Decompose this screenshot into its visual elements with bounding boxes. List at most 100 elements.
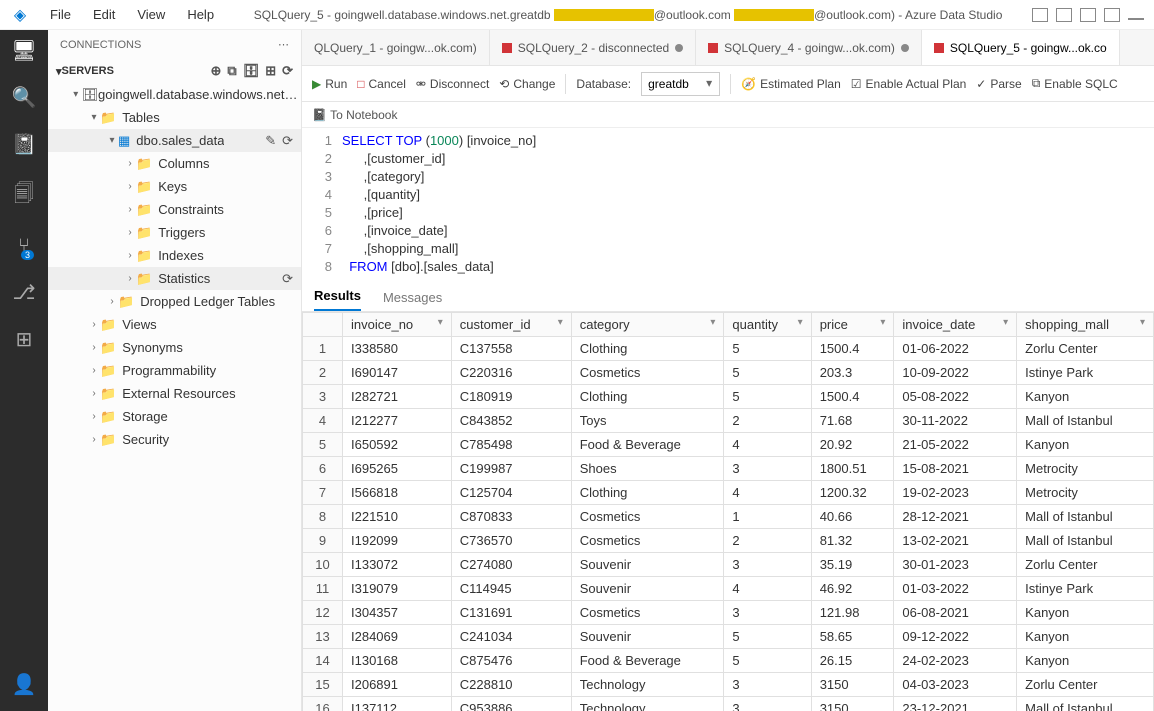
tab-query2[interactable]: SQLQuery_2 - disconnected bbox=[490, 30, 696, 65]
editor-area: QLQuery_1 - goingw...ok.com) SQLQuery_2 … bbox=[302, 30, 1154, 711]
tab-query4[interactable]: SQLQuery_4 - goingw...ok.com) bbox=[696, 30, 922, 65]
to-notebook-button[interactable]: 📓 To Notebook bbox=[312, 108, 397, 122]
table-row[interactable]: 5I650592C785498Food & Beverage420.9221-0… bbox=[303, 433, 1154, 457]
table-node[interactable]: ▾▦dbo.sales_data ✎⟳ bbox=[48, 129, 301, 152]
table-row[interactable]: 4I212277C843852Toys271.6830-11-2022Mall … bbox=[303, 409, 1154, 433]
refresh-icon[interactable]: ⟳ bbox=[282, 133, 293, 149]
results-grid[interactable]: invoice_no▾customer_id▾category▾quantity… bbox=[302, 312, 1154, 711]
server-tree: ▾🗄 goingwell.database.windows.net, g... … bbox=[48, 83, 301, 711]
statistics-folder[interactable]: ›📁Statistics ⟳ bbox=[48, 267, 301, 290]
title-bar: ◈ File Edit View Help SQLQuery_5 - going… bbox=[0, 0, 1154, 30]
activity-bar: 🖥 🔍 📓 🗐 ⑂3 ⎇ ⊞ 👤 bbox=[0, 30, 48, 711]
indexes-folder[interactable]: ›📁Indexes bbox=[48, 244, 301, 267]
layout-icon[interactable] bbox=[1056, 8, 1072, 22]
source-control-icon[interactable]: ⑂3 bbox=[18, 235, 30, 258]
messages-tab[interactable]: Messages bbox=[383, 284, 442, 311]
account-icon[interactable]: 👤 bbox=[12, 672, 37, 697]
layout-icon[interactable] bbox=[1080, 8, 1096, 22]
panel-title: CONNECTIONS bbox=[60, 39, 141, 51]
search-icon[interactable]: 🔍 bbox=[12, 85, 37, 110]
table-row[interactable]: 12I304357C131691Cosmetics3121.9806-08-20… bbox=[303, 601, 1154, 625]
table-row[interactable]: 6I695265C199987Shoes31800.5115-08-2021Me… bbox=[303, 457, 1154, 481]
table-row[interactable]: 16I137112C953886Technology3315023-12-202… bbox=[303, 697, 1154, 711]
refresh-icon[interactable]: ⟳ bbox=[282, 271, 293, 287]
notebooks-icon[interactable]: 📓 bbox=[12, 132, 37, 157]
keys-folder[interactable]: ›📁Keys bbox=[48, 175, 301, 198]
table-row[interactable]: 15I206891C228810Technology3315004-03-202… bbox=[303, 673, 1154, 697]
connections-icon[interactable]: 🖥 bbox=[11, 38, 36, 63]
new-connection-icon[interactable]: ⊕ bbox=[210, 63, 221, 79]
programmability-folder[interactable]: ›📁Programmability bbox=[48, 359, 301, 382]
sql-editor[interactable]: 12345678 SELECT TOP (1000) [invoice_no] … bbox=[302, 128, 1154, 280]
new-group-icon[interactable]: ⧉ bbox=[227, 63, 236, 79]
main-menu: File Edit View Help bbox=[40, 3, 224, 26]
views-folder[interactable]: ›📁Views bbox=[48, 313, 301, 336]
change-connection-button[interactable]: ⟲Change bbox=[499, 77, 555, 91]
external-resources-folder[interactable]: ›📁External Resources bbox=[48, 382, 301, 405]
table-row[interactable]: 1I338580C137558Clothing51500.401-06-2022… bbox=[303, 337, 1154, 361]
editor-tabs: QLQuery_1 - goingw...ok.com) SQLQuery_2 … bbox=[302, 30, 1154, 66]
notebook-bar: 📓 To Notebook bbox=[302, 102, 1154, 128]
disconnect-button[interactable]: ⚮Disconnect bbox=[416, 77, 489, 91]
table-row[interactable]: 2I690147C220316Cosmetics5203.310-09-2022… bbox=[303, 361, 1154, 385]
edit-icon[interactable]: ✎ bbox=[265, 133, 276, 149]
layout-icon[interactable] bbox=[1032, 8, 1048, 22]
dirty-indicator-icon bbox=[675, 44, 683, 52]
column-header[interactable]: category▾ bbox=[571, 313, 724, 337]
line-gutter: 12345678 bbox=[302, 132, 342, 276]
storage-folder[interactable]: ›📁Storage bbox=[48, 405, 301, 428]
table-row[interactable]: 3I282721C180919Clothing51500.405-08-2022… bbox=[303, 385, 1154, 409]
parse-button[interactable]: ✓Parse bbox=[976, 77, 1021, 91]
server-icon[interactable]: 🗄 bbox=[243, 63, 260, 79]
refresh-icon[interactable]: ⟳ bbox=[282, 63, 293, 79]
branches-icon[interactable]: ⎇ bbox=[12, 280, 35, 305]
query-toolbar: ▶Run □Cancel ⚮Disconnect ⟲Change Databas… bbox=[302, 66, 1154, 102]
estimated-plan-button[interactable]: 🧭Estimated Plan bbox=[741, 77, 841, 91]
table-row[interactable]: 13I284069C241034Souvenir558.6509-12-2022… bbox=[303, 625, 1154, 649]
security-folder[interactable]: ›📁Security bbox=[48, 428, 301, 451]
column-header[interactable]: shopping_mall▾ bbox=[1017, 313, 1154, 337]
table-row[interactable]: 10I133072C274080Souvenir335.1930-01-2023… bbox=[303, 553, 1154, 577]
connection-node[interactable]: ▾🗄 goingwell.database.windows.net, g... bbox=[48, 83, 301, 106]
sql-file-icon bbox=[502, 43, 512, 53]
column-header[interactable]: quantity▾ bbox=[724, 313, 811, 337]
filter-icon[interactable]: ⊞ bbox=[265, 63, 276, 79]
tab-query5[interactable]: SQLQuery_5 - goingw...ok.co bbox=[922, 30, 1120, 65]
columns-folder[interactable]: ›📁Columns bbox=[48, 152, 301, 175]
dirty-indicator-icon bbox=[901, 44, 909, 52]
table-row[interactable]: 14I130168C875476Food & Beverage526.1524-… bbox=[303, 649, 1154, 673]
explorer-icon[interactable]: 🗐 bbox=[14, 179, 34, 213]
constraints-folder[interactable]: ›📁Constraints bbox=[48, 198, 301, 221]
sqlcmd-button[interactable]: ⧉Enable SQLC bbox=[1032, 76, 1118, 91]
column-header[interactable]: price▾ bbox=[811, 313, 894, 337]
menu-edit[interactable]: Edit bbox=[83, 3, 125, 26]
results-tab[interactable]: Results bbox=[314, 282, 361, 311]
tables-folder[interactable]: ▾📁Tables bbox=[48, 106, 301, 129]
extensions-icon[interactable]: ⊞ bbox=[16, 327, 33, 352]
table-row[interactable]: 7I566818C125704Clothing41200.3219-02-202… bbox=[303, 481, 1154, 505]
layout-controls bbox=[1032, 8, 1154, 22]
panel-more-icon[interactable]: ⋯ bbox=[278, 38, 289, 51]
table-row[interactable]: 8I221510C870833Cosmetics140.6628-12-2021… bbox=[303, 505, 1154, 529]
column-header[interactable]: customer_id▾ bbox=[451, 313, 571, 337]
layout-icon[interactable] bbox=[1104, 8, 1120, 22]
synonyms-folder[interactable]: ›📁Synonyms bbox=[48, 336, 301, 359]
menu-file[interactable]: File bbox=[40, 3, 81, 26]
database-label: Database: bbox=[576, 77, 631, 91]
triggers-folder[interactable]: ›📁Triggers bbox=[48, 221, 301, 244]
database-select[interactable]: greatdb bbox=[641, 72, 720, 96]
menu-view[interactable]: View bbox=[127, 3, 175, 26]
cancel-button[interactable]: □Cancel bbox=[357, 77, 406, 91]
actual-plan-button[interactable]: ☑Enable Actual Plan bbox=[851, 77, 967, 91]
menu-help[interactable]: Help bbox=[177, 3, 224, 26]
table-row[interactable]: 9I192099C736570Cosmetics281.3213-02-2021… bbox=[303, 529, 1154, 553]
run-button[interactable]: ▶Run bbox=[312, 77, 347, 91]
dropped-ledger-folder[interactable]: ›📁Dropped Ledger Tables bbox=[48, 290, 301, 313]
window-title: SQLQuery_5 - goingwell.database.windows.… bbox=[224, 8, 1032, 22]
column-header[interactable]: invoice_no▾ bbox=[343, 313, 452, 337]
table-row[interactable]: 11I319079C114945Souvenir446.9201-03-2022… bbox=[303, 577, 1154, 601]
minimize-icon[interactable] bbox=[1128, 18, 1144, 20]
column-header[interactable]: invoice_date▾ bbox=[894, 313, 1017, 337]
results-tabs: Results Messages bbox=[302, 280, 1154, 312]
tab-query1[interactable]: QLQuery_1 - goingw...ok.com) bbox=[302, 30, 490, 65]
